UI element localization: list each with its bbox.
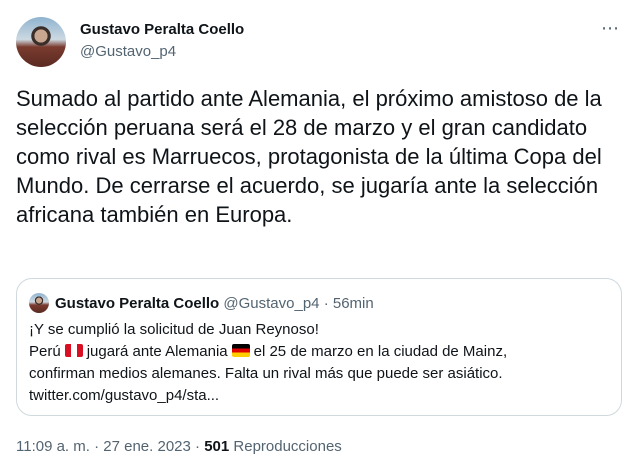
- quoted-line-2: Perú jugará ante Alemania el 25 de marzo e…: [29, 341, 609, 363]
- quoted-tweet-text: ¡Y se cumplió la solicitud de Juan Reyno…: [29, 319, 609, 407]
- quoted-tweet[interactable]: Gustavo Peralta Coello @Gustavo_p4 · 56m…: [16, 278, 622, 416]
- author-name[interactable]: Gustavo Peralta Coello: [80, 20, 244, 40]
- quoted-line-2-end: el 25 de marzo en la ciudad de Mainz,: [253, 343, 508, 360]
- views-count: 501: [204, 438, 230, 455]
- quoted-author-name: Gustavo Peralta Coello: [55, 295, 220, 312]
- quoted-line-3: confirman medios alemanes. Falta un riva…: [29, 365, 503, 382]
- quoted-line-2-middle: jugará ante Alemania: [86, 343, 228, 360]
- author-avatar[interactable]: [16, 17, 66, 67]
- germany-flag-icon: [231, 344, 250, 357]
- author-handle[interactable]: @Gustavo_p4: [80, 42, 176, 62]
- separator-dot: ·: [323, 295, 329, 312]
- more-options-icon[interactable]: ⋯: [601, 18, 620, 39]
- quoted-link[interactable]: twitter.com/gustavo_p4/sta...: [29, 385, 609, 407]
- tweet-timestamp[interactable]: 11:09 a. m. · 27 ene. 2023 ·: [16, 438, 200, 455]
- views-label: Reproducciones: [233, 438, 342, 455]
- quoted-author-avatar: [29, 293, 49, 313]
- quoted-line-2-start: Perú: [29, 343, 61, 360]
- quoted-line-1: ¡Y se cumplió la solicitud de Juan Reyno…: [29, 321, 319, 338]
- quoted-author-handle: @Gustavo_p4: [223, 295, 320, 312]
- tweet-footer: 11:09 a. m. · 27 ene. 2023 · 501 Reprodu…: [16, 437, 342, 457]
- peru-flag-icon: [64, 344, 83, 357]
- quoted-tweet-time: 56min: [332, 295, 374, 312]
- quoted-tweet-header: Gustavo Peralta Coello @Gustavo_p4 · 56m…: [55, 294, 374, 314]
- tweet-text: Sumado al partido ante Alemania, el próx…: [16, 86, 602, 227]
